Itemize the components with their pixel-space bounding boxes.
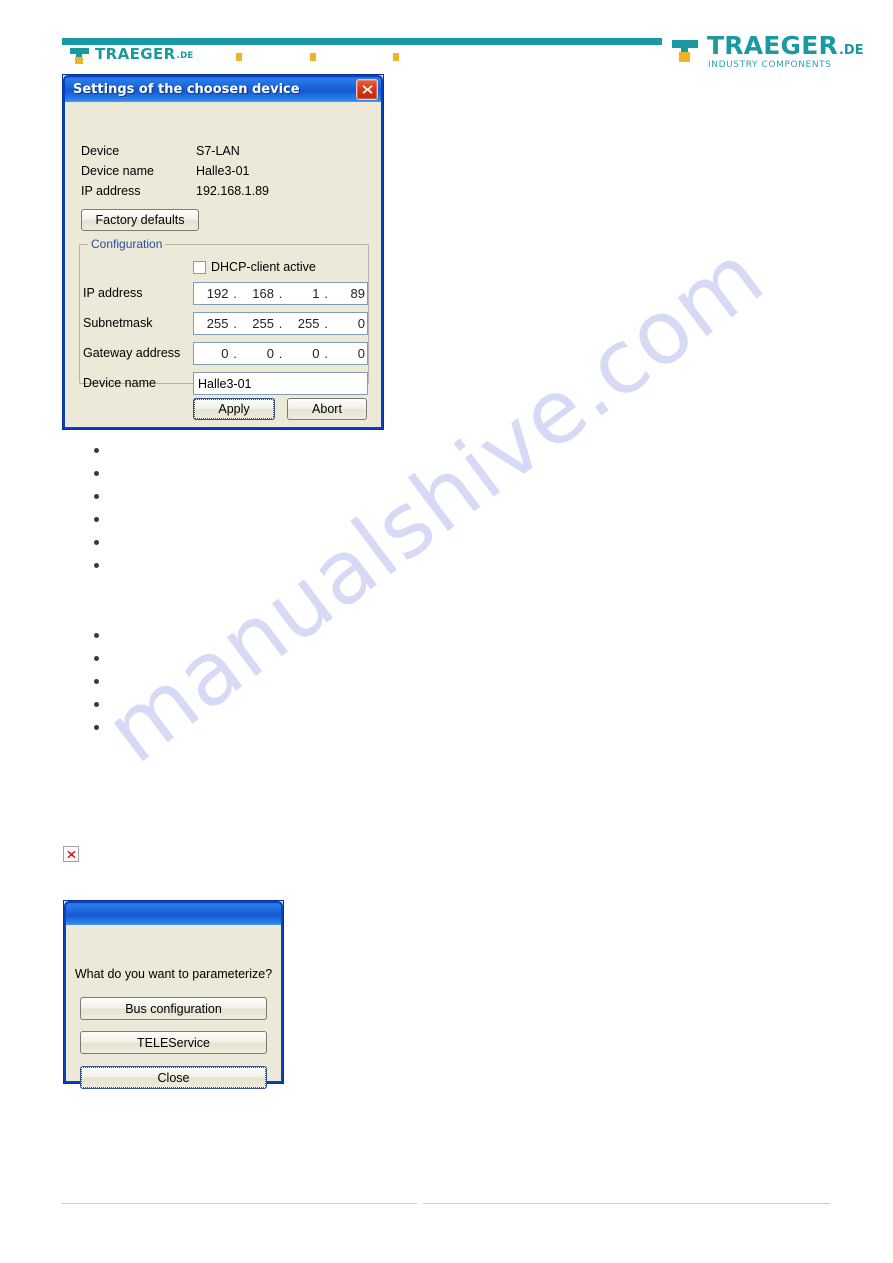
parameterize-dialog: What do you want to parameterize? Bus co… — [63, 900, 284, 1089]
close-label: Close — [157, 1070, 190, 1085]
device-name-field-label: Device name — [83, 376, 156, 390]
broken-image-icon — [63, 846, 79, 862]
ip-address-field-label: IP address — [83, 286, 143, 300]
configuration-legend: Configuration — [88, 237, 166, 251]
traeger-logo-right-tld: .DE — [838, 43, 864, 58]
ip-address-label: IP address — [81, 184, 141, 198]
abort-button[interactable]: Abort — [287, 398, 367, 420]
ip-octet-1[interactable]: 192 — [194, 286, 231, 301]
subnet-octet-2[interactable]: 255 — [240, 316, 277, 331]
factory-defaults-button[interactable]: Factory defaults — [81, 209, 199, 231]
factory-defaults-label: Factory defaults — [95, 213, 185, 227]
subnetmask-field-label: Subnetmask — [83, 316, 153, 330]
apply-label: Apply — [218, 402, 250, 416]
ip-separator: . — [324, 346, 328, 361]
gateway-octet-3[interactable]: 0 — [285, 346, 322, 361]
traeger-logo-left: TRAEGER .DE — [70, 44, 194, 64]
settings-dialog: Settings of the choosen device Device S7… — [62, 74, 384, 430]
ip-octet-3[interactable]: 1 — [285, 286, 322, 301]
ip-separator: . — [233, 346, 237, 361]
ip-address-input[interactable]: 192 . 168 . 1 . 89 — [193, 282, 368, 305]
header-dot-2 — [310, 53, 316, 61]
ip-separator: . — [324, 316, 328, 331]
page-header: TRAEGER .DE TRAEGER .DE INDUSTRY COMPONE… — [0, 0, 893, 72]
gateway-octet-4[interactable]: 0 — [331, 346, 368, 361]
device-value: S7-LAN — [196, 144, 240, 158]
subnet-octet-4[interactable]: 0 — [331, 316, 368, 331]
ip-address-value: 192.168.1.89 — [196, 184, 269, 198]
ip-separator: . — [278, 316, 283, 331]
settings-dialog-title: Settings of the choosen device — [73, 82, 300, 97]
traeger-logo-mark-icon — [70, 45, 89, 64]
traeger-logo-left-word: TRAEGER — [95, 44, 176, 63]
abort-label: Abort — [312, 402, 342, 416]
ip-separator: . — [233, 316, 237, 331]
parameterize-question: What do you want to parameterize? — [74, 967, 273, 981]
dhcp-client-label: DHCP-client active — [211, 260, 316, 274]
traeger-logo-right-subtitle: INDUSTRY COMPONENTS — [708, 60, 832, 71]
gateway-octet-1[interactable]: 0 — [194, 346, 231, 361]
subnet-octet-3[interactable]: 255 — [285, 316, 322, 331]
footer-rule — [62, 1203, 830, 1204]
teleservice-button[interactable]: TELEService — [80, 1031, 267, 1054]
gateway-address-field-label: Gateway address — [83, 346, 181, 360]
header-dot-1 — [236, 53, 242, 61]
device-name-input[interactable]: Halle3-01 — [193, 372, 368, 395]
checkbox-box-icon — [193, 260, 206, 274]
settings-dialog-body: Device S7-LAN Device name Halle3-01 IP a… — [63, 102, 383, 429]
ip-separator: . — [233, 286, 237, 301]
ip-separator: . — [324, 286, 328, 301]
close-icon[interactable] — [356, 79, 378, 100]
ip-octet-4[interactable]: 89 — [331, 286, 368, 301]
bus-configuration-label: Bus configuration — [125, 1001, 222, 1016]
ip-separator: . — [278, 286, 283, 301]
traeger-logo-mark-icon — [672, 36, 698, 63]
device-name-value: Halle3-01 — [196, 164, 250, 178]
ip-separator: . — [278, 346, 283, 361]
gateway-octet-2[interactable]: 0 — [240, 346, 277, 361]
settings-dialog-titlebar[interactable]: Settings of the choosen device — [63, 75, 383, 102]
header-dot-3 — [393, 53, 399, 61]
gateway-address-input[interactable]: 0 . 0 . 0 . 0 — [193, 342, 368, 365]
subnet-octet-1[interactable]: 255 — [194, 316, 231, 331]
traeger-logo-right-word: TRAEGER — [707, 31, 838, 60]
ip-octet-2[interactable]: 168 — [240, 286, 277, 301]
bus-configuration-button[interactable]: Bus configuration — [80, 997, 267, 1020]
traeger-logo-right: TRAEGER .DE INDUSTRY COMPONENTS — [672, 31, 864, 71]
close-button[interactable]: Close — [80, 1066, 267, 1089]
dhcp-client-checkbox[interactable]: DHCP-client active — [193, 260, 316, 274]
device-name-label: Device name — [81, 164, 154, 178]
subnetmask-input[interactable]: 255 . 255 . 255 . 0 — [193, 312, 368, 335]
teleservice-label: TELEService — [137, 1035, 210, 1050]
parameterize-dialog-titlebar[interactable] — [64, 901, 283, 925]
parameterize-dialog-body: What do you want to parameterize? Bus co… — [64, 925, 283, 1089]
configuration-groupbox: Configuration DHCP-client active IP addr… — [79, 237, 369, 395]
apply-button[interactable]: Apply — [193, 398, 275, 420]
traeger-logo-left-tld: .DE — [176, 50, 194, 61]
device-label: Device — [81, 144, 120, 158]
